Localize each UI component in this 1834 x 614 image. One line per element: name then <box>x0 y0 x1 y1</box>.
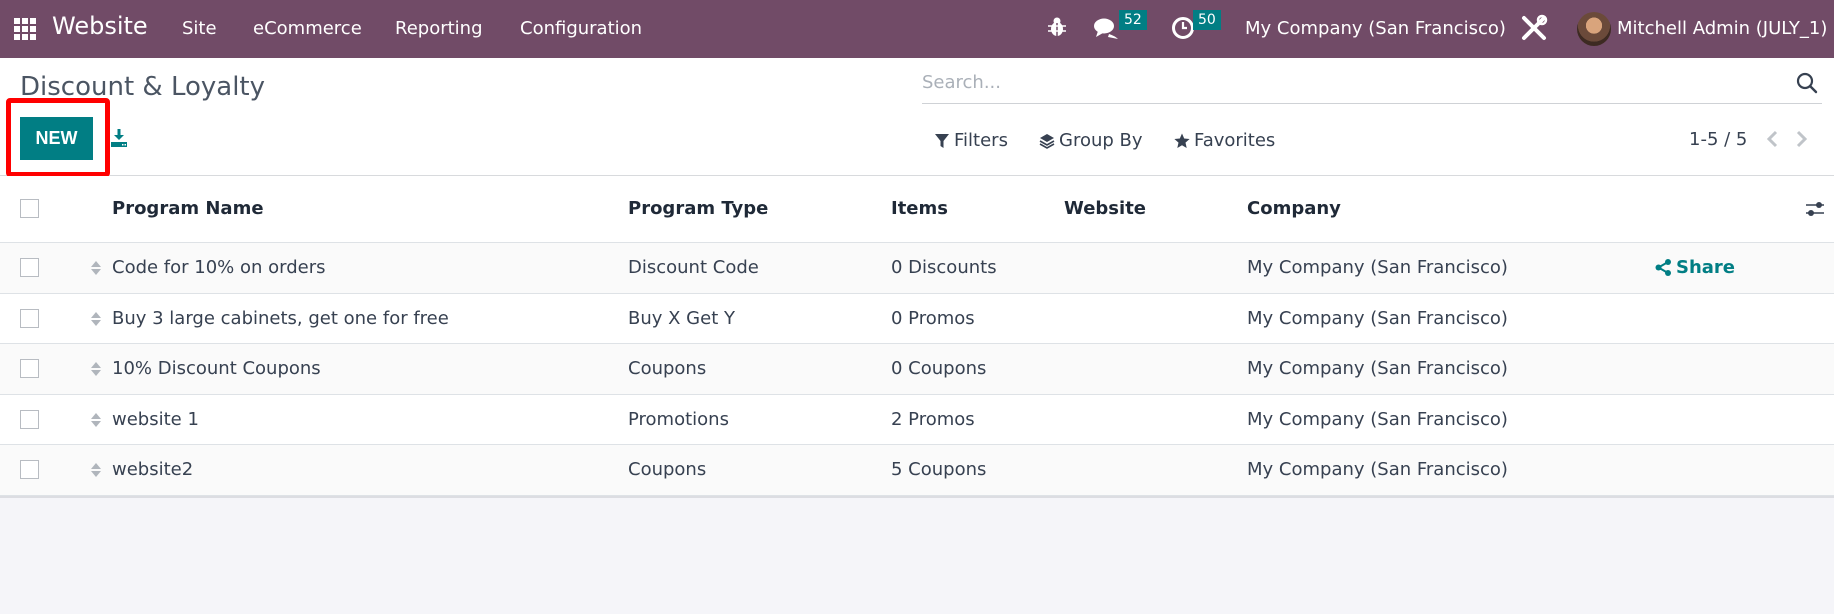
row-checkbox[interactable] <box>20 258 39 277</box>
cell-program-type: Buy X Get Y <box>628 307 735 329</box>
share-label: Share <box>1676 257 1736 278</box>
cell-items: 0 Promos <box>891 307 975 329</box>
activities-clock-icon[interactable] <box>1171 16 1195 40</box>
column-header-company[interactable]: Company <box>1247 198 1341 219</box>
cell-program-name: 10% Discount Coupons <box>112 358 321 379</box>
menu-ecommerce[interactable]: eCommerce <box>253 18 362 39</box>
drag-handle-icon[interactable] <box>90 260 102 276</box>
table-row[interactable]: website 1 Promotions 2 Promos My Company… <box>0 395 1834 445</box>
cell-items: 0 Coupons <box>891 358 987 379</box>
cell-program-name: Code for 10% on orders <box>112 257 326 278</box>
menu-reporting[interactable]: Reporting <box>395 18 483 39</box>
cell-company: My Company (San Francisco) <box>1247 459 1508 480</box>
debug-bug-icon[interactable] <box>1047 16 1067 38</box>
layers-icon <box>1039 133 1055 149</box>
column-header-items[interactable]: Items <box>891 198 948 219</box>
control-panel: Discount & Loyalty NEW Filters Group By <box>0 58 1834 177</box>
menu-configuration[interactable]: Configuration <box>520 18 642 39</box>
favorites-button[interactable]: Favorites <box>1174 130 1275 151</box>
star-icon <box>1174 133 1190 148</box>
column-header-program-name[interactable]: Program Name <box>112 198 264 219</box>
filters-label: Filters <box>954 130 1008 151</box>
app-name[interactable]: Website <box>52 12 148 40</box>
chevron-right-icon[interactable] <box>1795 130 1809 148</box>
chevron-left-icon[interactable] <box>1765 130 1779 148</box>
search-icon[interactable] <box>1796 72 1818 94</box>
top-navbar: Website Site eCommerce Reporting Configu… <box>0 0 1834 58</box>
developer-tools-icon[interactable] <box>1520 14 1548 42</box>
programs-list-table: Program Name Program Type Items Website … <box>0 176 1834 498</box>
cell-company: My Company (San Francisco) <box>1247 408 1508 430</box>
cell-program-type: Coupons <box>628 459 707 480</box>
table-row[interactable]: 10% Discount Coupons Coupons 0 Coupons M… <box>0 344 1834 395</box>
drag-handle-icon[interactable] <box>90 462 102 478</box>
cell-items: 2 Promos <box>891 408 975 430</box>
drag-handle-icon[interactable] <box>90 361 102 377</box>
select-all-checkbox[interactable] <box>20 199 39 218</box>
company-switcher[interactable]: My Company (San Francisco) <box>1245 18 1506 39</box>
cell-program-name: website2 <box>112 459 194 480</box>
export-download-icon[interactable] <box>109 128 129 148</box>
column-header-website[interactable]: Website <box>1064 198 1146 219</box>
menu-site[interactable]: Site <box>182 18 217 39</box>
cell-company: My Company (San Francisco) <box>1247 358 1508 379</box>
cell-company: My Company (San Francisco) <box>1247 307 1508 329</box>
cell-company: My Company (San Francisco) <box>1247 257 1508 278</box>
apps-menu-icon[interactable] <box>14 18 36 40</box>
share-button[interactable]: Share <box>1655 257 1735 278</box>
table-row[interactable]: website2 Coupons 5 Coupons My Company (S… <box>0 445 1834 496</box>
user-avatar[interactable] <box>1577 12 1611 46</box>
row-checkbox[interactable] <box>20 460 39 479</box>
filters-button[interactable]: Filters <box>934 130 1008 151</box>
drag-handle-icon[interactable] <box>90 412 102 428</box>
messages-badge: 52 <box>1119 10 1147 30</box>
pager-value[interactable]: 1-5 / 5 <box>1689 129 1747 150</box>
cell-program-type: Discount Code <box>628 257 759 278</box>
group-by-button[interactable]: Group By <box>1039 130 1143 151</box>
cell-items: 0 Discounts <box>891 257 997 278</box>
new-button[interactable]: NEW <box>20 117 93 160</box>
cell-program-name: Buy 3 large cabinets, get one for free <box>112 307 449 329</box>
cell-items: 5 Coupons <box>891 459 987 480</box>
optional-columns-settings-icon[interactable] <box>1805 199 1825 219</box>
table-header: Program Name Program Type Items Website … <box>0 176 1834 243</box>
drag-handle-icon[interactable] <box>90 311 102 327</box>
table-row[interactable]: Buy 3 large cabinets, get one for free B… <box>0 294 1834 344</box>
activities-badge: 50 <box>1193 10 1221 30</box>
cell-program-type: Promotions <box>628 408 729 430</box>
user-menu[interactable]: Mitchell Admin (JULY_1) <box>1617 18 1827 39</box>
row-checkbox[interactable] <box>20 409 39 429</box>
column-header-program-type[interactable]: Program Type <box>628 198 768 219</box>
filter-funnel-icon <box>935 133 949 148</box>
table-row[interactable]: Code for 10% on orders Discount Code 0 D… <box>0 243 1834 294</box>
row-checkbox[interactable] <box>20 308 39 328</box>
favorites-label: Favorites <box>1194 130 1276 151</box>
group-by-label: Group By <box>1059 130 1143 151</box>
messages-icon[interactable] <box>1093 16 1119 40</box>
search-bar <box>922 66 1822 104</box>
cell-program-name: website 1 <box>112 408 199 430</box>
row-checkbox[interactable] <box>20 359 39 378</box>
share-icon <box>1655 259 1671 276</box>
search-input[interactable] <box>922 72 1772 93</box>
cell-program-type: Coupons <box>628 358 707 379</box>
